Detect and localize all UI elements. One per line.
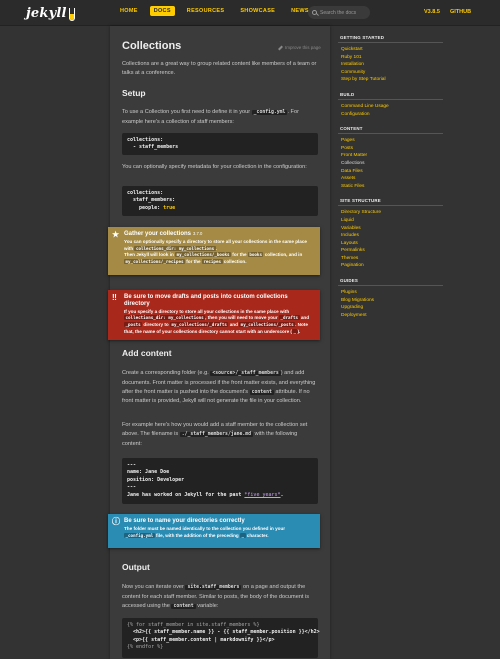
sidebar-item-assets[interactable]: Assets [338, 175, 443, 183]
sidebar-item-quickstart[interactable]: Quickstart [338, 46, 443, 54]
sidebar-item-themes[interactable]: Themes [338, 255, 443, 263]
nav-showcase[interactable]: SHOWCASE [236, 6, 279, 16]
sidebar-item-collections[interactable]: Collections [338, 160, 443, 168]
sidebar-item-variables[interactable]: Variables [338, 225, 443, 233]
pencil-icon [278, 45, 283, 50]
test-tube-icon [68, 7, 75, 21]
sidebar-item-permalinks[interactable]: Permalinks [338, 247, 443, 255]
callout-move-drafts: ‼ Be sure to move drafts and posts into … [108, 290, 320, 340]
improve-page-label: Improve this page [285, 45, 321, 50]
callout-title: Be sure to move drafts and posts into cu… [124, 294, 288, 307]
callout-body: If you specify a directory to store all … [124, 308, 310, 334]
sidebar-section-guides: GUIDES Plugins Blog Migrations Upgrading… [338, 276, 443, 319]
sidebar-item-includes[interactable]: Includes [338, 232, 443, 240]
sidebar-section-site-structure: SITE STRUCTURE Directory Structure Liqui… [338, 196, 443, 270]
sidebar-item-installation[interactable]: Installation [338, 61, 443, 69]
search-box[interactable] [308, 6, 370, 19]
page-title: Collections [122, 40, 182, 52]
nav-resources[interactable]: RESOURCES [183, 6, 229, 16]
improve-page-link[interactable]: Improve this page [278, 45, 321, 50]
sidebar-item-layouts[interactable]: Layouts [338, 240, 443, 248]
sidebar-item-front-matter[interactable]: Front Matter [338, 152, 443, 160]
output-heading: Output [122, 562, 150, 572]
sidebar-item-directory-structure[interactable]: Directory Structure [338, 209, 443, 217]
sidebar-heading: CONTENT [338, 124, 443, 135]
setup-paragraph-1: To use a Collection you first need to de… [122, 109, 299, 125]
sidebar-item-community[interactable]: Community [338, 69, 443, 77]
sidebar-heading: BUILD [338, 90, 443, 100]
callout-name-directories: ⓘ Be sure to name your directories corre… [108, 514, 320, 548]
version-link[interactable]: V3.8.5 [424, 9, 440, 15]
sidebar-item-ruby-101[interactable]: Ruby 101 [338, 54, 443, 62]
callout-body: The folder must be named identically to … [124, 525, 286, 538]
sidebar-item-pagination[interactable]: Pagination [338, 262, 443, 270]
warning-icon: ‼ [112, 293, 117, 302]
code-block-metadata: collections: staff_members: people: true [122, 186, 318, 216]
sidebar-item-upgrading[interactable]: Upgrading [338, 304, 443, 312]
nav-docs[interactable]: DOCS [149, 6, 175, 16]
docs-sidebar: GETTING STARTED Quickstart Ruby 101 Inst… [338, 33, 443, 325]
add-content-paragraph-1: Create a corresponding folder (e.g. <sou… [122, 370, 316, 405]
callout-title: Be sure to name your directories correct… [124, 518, 245, 524]
sidebar-heading: GUIDES [338, 276, 443, 287]
setup-heading: Setup [122, 88, 146, 98]
site-header: jekyll HOME DOCS RESOURCES SHOWCASE NEWS… [0, 0, 500, 26]
sidebar-item-configuration[interactable]: Configuration [338, 111, 443, 119]
callout-gather-collections: ★ Gather your collections 3.7.0 You can o… [108, 227, 320, 275]
main-nav: HOME DOCS RESOURCES SHOWCASE NEWS [116, 6, 321, 16]
setup-paragraph-2: You can optionally specify metadata for … [122, 164, 307, 170]
sidebar-section-content: CONTENT Pages Posts Front Matter Collect… [338, 124, 443, 190]
callout-body: You can optionally specify a directory t… [124, 238, 307, 265]
sidebar-item-liquid[interactable]: Liquid [338, 217, 443, 225]
inline-code: _config.yml [251, 110, 288, 115]
code-block-collections: collections: - staff_members [122, 133, 318, 155]
output-paragraph: Now you can iterate over site.staff_memb… [122, 584, 310, 609]
version-badge: 3.7.0 [193, 231, 203, 236]
sidebar-item-blog-migrations[interactable]: Blog Migrations [338, 297, 443, 305]
code-block-jane: --- name: Jane Doe position: Developer --- J… [122, 458, 318, 504]
callout-title: Gather your collections 3.7.0 [124, 231, 203, 237]
add-content-paragraph-2: For example here's how you would add a s… [122, 422, 308, 447]
search-input[interactable] [320, 9, 368, 16]
sidebar-item-data-files[interactable]: Data Files [338, 168, 443, 176]
star-icon: ★ [112, 230, 120, 239]
sidebar-item-deployment[interactable]: Deployment [338, 312, 443, 320]
sidebar-item-static-files[interactable]: Static Files [338, 183, 443, 191]
sidebar-heading: SITE STRUCTURE [338, 196, 443, 207]
sidebar-item-pages[interactable]: Pages [338, 137, 443, 145]
nav-home[interactable]: HOME [116, 6, 142, 16]
sidebar-item-command-line[interactable]: Command Line Usage [338, 103, 443, 111]
logo-text: jekyll [26, 5, 67, 21]
sidebar-item-tutorial[interactable]: Step by Step Tutorial [338, 76, 443, 84]
sidebar-heading: GETTING STARTED [338, 33, 443, 43]
search-icon [312, 10, 317, 15]
sidebar-section-build: BUILD Command Line Usage Configuration [338, 90, 443, 118]
sidebar-section-getting-started: GETTING STARTED Quickstart Ruby 101 Inst… [338, 33, 443, 84]
docs-content: Collections Improve this page Collection… [110, 26, 330, 659]
github-link[interactable]: GITHUB [450, 9, 471, 15]
code-block-loop: {% for staff_member in site.staff_member… [122, 618, 320, 658]
intro-paragraph: Collections are a great way to group rel… [122, 61, 317, 76]
add-content-heading: Add content [122, 348, 172, 358]
sidebar-item-plugins[interactable]: Plugins [338, 289, 443, 297]
info-icon: ⓘ [112, 517, 120, 526]
sidebar-item-posts[interactable]: Posts [338, 145, 443, 153]
jekyll-logo[interactable]: jekyll [26, 3, 90, 23]
